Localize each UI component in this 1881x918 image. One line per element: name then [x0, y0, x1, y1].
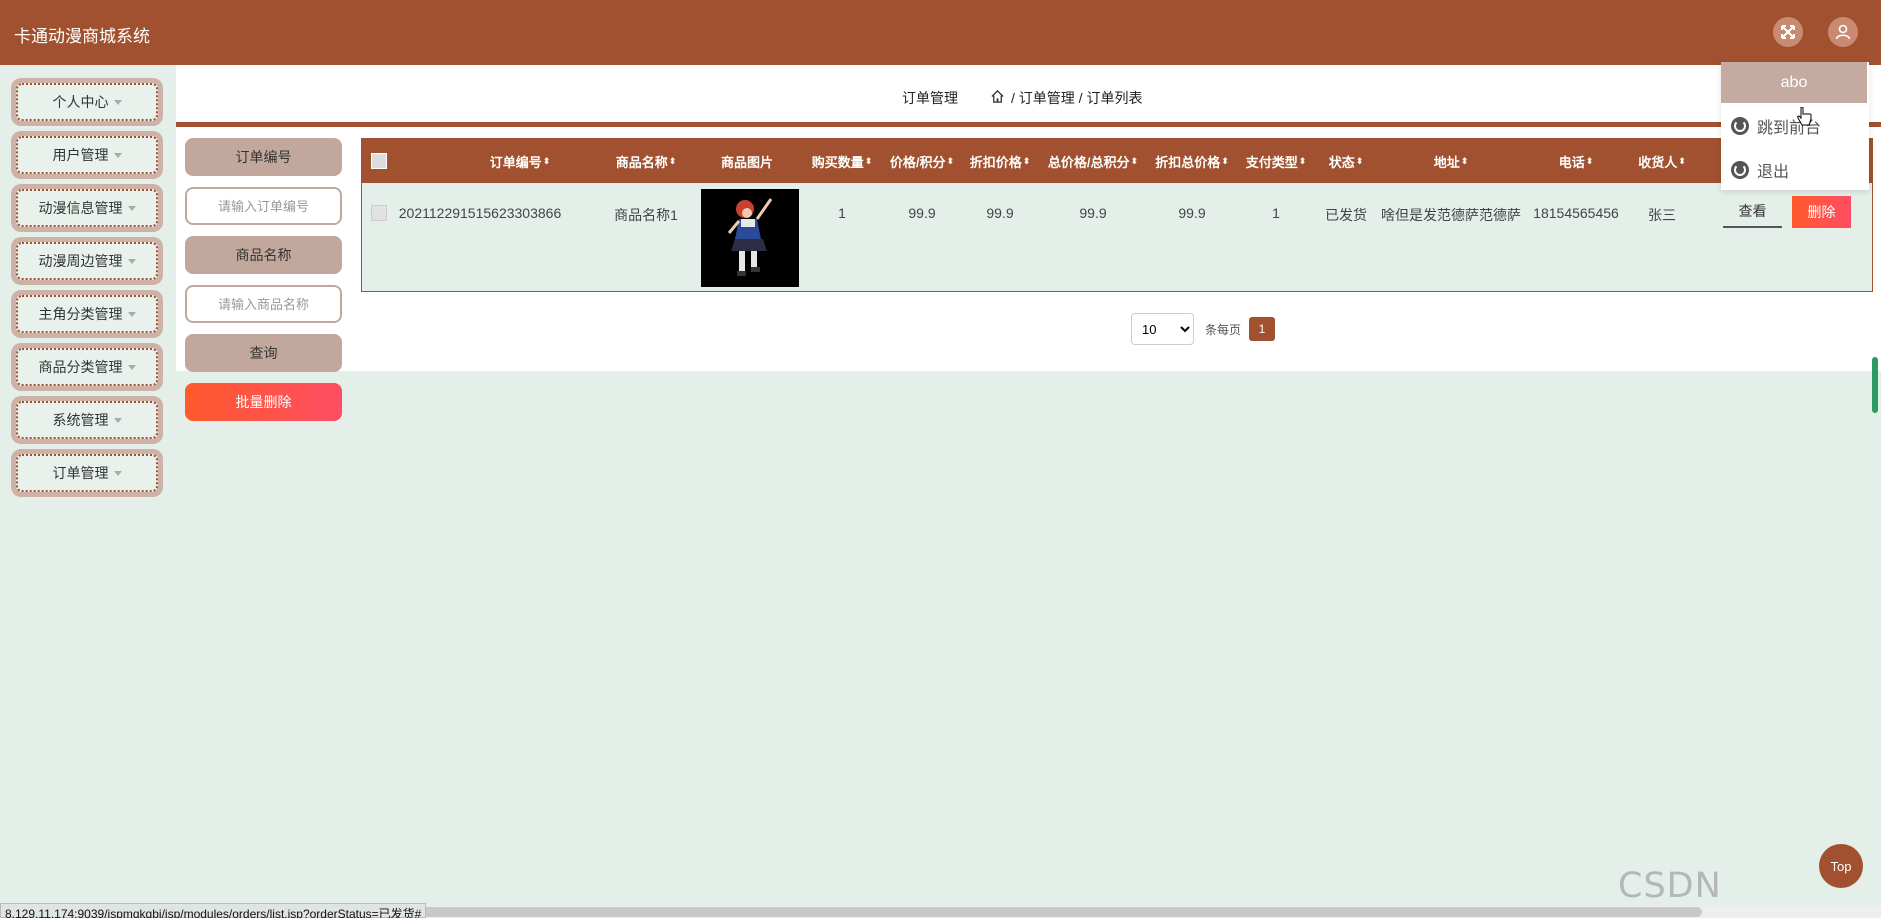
sidebar-item-label: 系统管理	[52, 412, 109, 428]
chevron-down-icon	[113, 152, 122, 158]
vertical-scrollbar[interactable]	[1872, 357, 1878, 413]
sidebar-item-anime-info[interactable]: 动漫信息管理	[11, 184, 163, 232]
row-checkbox[interactable]	[370, 183, 388, 291]
column-header[interactable]: 电话 ⬍	[1526, 139, 1626, 183]
page-title: 订单管理	[902, 90, 958, 106]
cell-discount-price: 99.9	[986, 205, 1014, 221]
page-number-button[interactable]: 1	[1249, 317, 1276, 341]
power-icon	[1731, 117, 1749, 135]
top-bar: 卡通动漫商城系统	[0, 0, 1881, 65]
power-icon	[1731, 161, 1749, 179]
cell-order-no: 20211229151562330386​6	[398, 205, 562, 221]
cell-price: 99.9	[908, 205, 936, 221]
menu-item-label: 退出	[1757, 164, 1790, 181]
username: abo	[1721, 62, 1867, 103]
column-header[interactable]: 商品名称 ⬍	[600, 139, 692, 183]
chevron-down-icon	[127, 364, 136, 370]
divider	[176, 122, 1881, 127]
per-page-label: 条每页	[1205, 322, 1242, 337]
column-header[interactable]: 地址 ⬍	[1376, 139, 1526, 183]
sidebar-item-label: 个人中心	[52, 94, 109, 110]
pagination: 10 条每页 1	[1131, 313, 1276, 345]
column-header[interactable]: 折扣总价格 ⬍	[1148, 139, 1236, 183]
sidebar-item-orders[interactable]: 订单管理	[11, 449, 163, 497]
column-header[interactable]: 状态 ⬍	[1316, 139, 1376, 183]
sidebar-item-product-category[interactable]: 商品分类管理	[11, 343, 163, 391]
sidebar-item-label: 动漫周边管理	[38, 253, 123, 269]
sidebar-item-personal-center[interactable]: 个人中心	[11, 78, 163, 126]
chevron-down-icon	[113, 99, 122, 105]
home-icon[interactable]	[990, 89, 1005, 107]
chevron-down-icon	[127, 258, 136, 264]
breadcrumb: / 订单管理 / 订单列表	[990, 88, 1142, 108]
cell-total-price: 99.9	[1079, 205, 1107, 221]
status-bar-url: 8.129.11.174:9039/jspmqkqbi/jsp/modules/…	[0, 903, 427, 918]
cell-status: 已发货	[1325, 207, 1367, 223]
fullscreen-icon[interactable]	[1773, 17, 1803, 47]
cell-pay-type: 1	[1272, 205, 1280, 221]
select-all-checkbox[interactable]	[370, 139, 388, 183]
hand-cursor-icon	[1796, 106, 1812, 132]
product-thumbnail[interactable]	[701, 189, 799, 287]
column-header[interactable]: 订单编号 ⬍	[440, 139, 600, 183]
sidebar-item-label: 商品分类管理	[38, 359, 123, 375]
page-size-select[interactable]: 10	[1131, 313, 1194, 345]
column-header[interactable]: 折扣价格 ⬍	[962, 139, 1038, 183]
sidebar-item-user-management[interactable]: 用户管理	[11, 131, 163, 179]
menu-item-logout[interactable]: 退出	[1731, 158, 1789, 182]
column-header[interactable]: 总价格/总积分 ⬍	[1038, 139, 1148, 183]
sidebar-item-label: 订单管理	[52, 465, 109, 481]
column-header[interactable]: 支付类型 ⬍	[1236, 139, 1316, 183]
user-icon[interactable]	[1828, 17, 1858, 47]
cell-product-name: 商品名称1	[614, 207, 678, 223]
view-button[interactable]: 查看	[1723, 196, 1782, 228]
sidebar: 个人中心 用户管理 动漫信息管理 动漫周边管理 主角分类管理 商品分类管理 系统…	[0, 65, 175, 918]
breadcrumb-path: / 订单管理 / 订单列表	[1011, 90, 1143, 106]
product-name-label: 商品名称	[185, 236, 342, 274]
cell-quantity: 1	[838, 205, 846, 221]
sidebar-item-label: 主角分类管理	[38, 306, 123, 322]
cell-discount-total: 99.9	[1178, 205, 1206, 221]
cell-address: 啥但是发范德萨范德萨	[1381, 207, 1521, 223]
order-no-input[interactable]	[185, 187, 342, 225]
batch-delete-button[interactable]: 批量删除	[185, 383, 342, 421]
sidebar-item-label: 动漫信息管理	[38, 200, 123, 216]
sidebar-item-label: 用户管理	[52, 147, 109, 163]
chevron-down-icon	[127, 205, 136, 211]
order-no-label: 订单编号	[185, 138, 342, 176]
chevron-down-icon	[113, 470, 122, 476]
column-header: 商品图片	[720, 154, 773, 170]
table-header: 订单编号 ⬍ 商品名称 ⬍ 商品图片 购买数量 ⬍ 价格/积分 ⬍ 折扣价格 ⬍ 总价格/…	[362, 139, 1872, 183]
cell-receiver: 张三	[1648, 207, 1676, 223]
column-header[interactable]: 购买数量 ⬍	[802, 139, 882, 183]
delete-button[interactable]: 删除	[1792, 196, 1851, 228]
user-dropdown-menu: abo 跳到前台 退出	[1721, 62, 1869, 190]
chevron-down-icon	[127, 311, 136, 317]
sidebar-item-system[interactable]: 系统管理	[11, 396, 163, 444]
chevron-down-icon	[113, 417, 122, 423]
column-header[interactable]: 价格/积分 ⬍	[882, 139, 962, 183]
orders-table: 订单编号 ⬍ 商品名称 ⬍ 商品图片 购买数量 ⬍ 价格/积分 ⬍ 折扣价格 ⬍ 总价格/…	[361, 138, 1873, 292]
query-button[interactable]: 查询	[185, 334, 342, 372]
product-name-input[interactable]	[185, 285, 342, 323]
column-header[interactable]: 收货人 ⬍	[1626, 139, 1698, 183]
app-title: 卡通动漫商城系统	[14, 27, 150, 46]
sidebar-item-anime-merch[interactable]: 动漫周边管理	[11, 237, 163, 285]
sidebar-item-character-category[interactable]: 主角分类管理	[11, 290, 163, 338]
cell-phone: 18154565456	[1533, 205, 1619, 221]
